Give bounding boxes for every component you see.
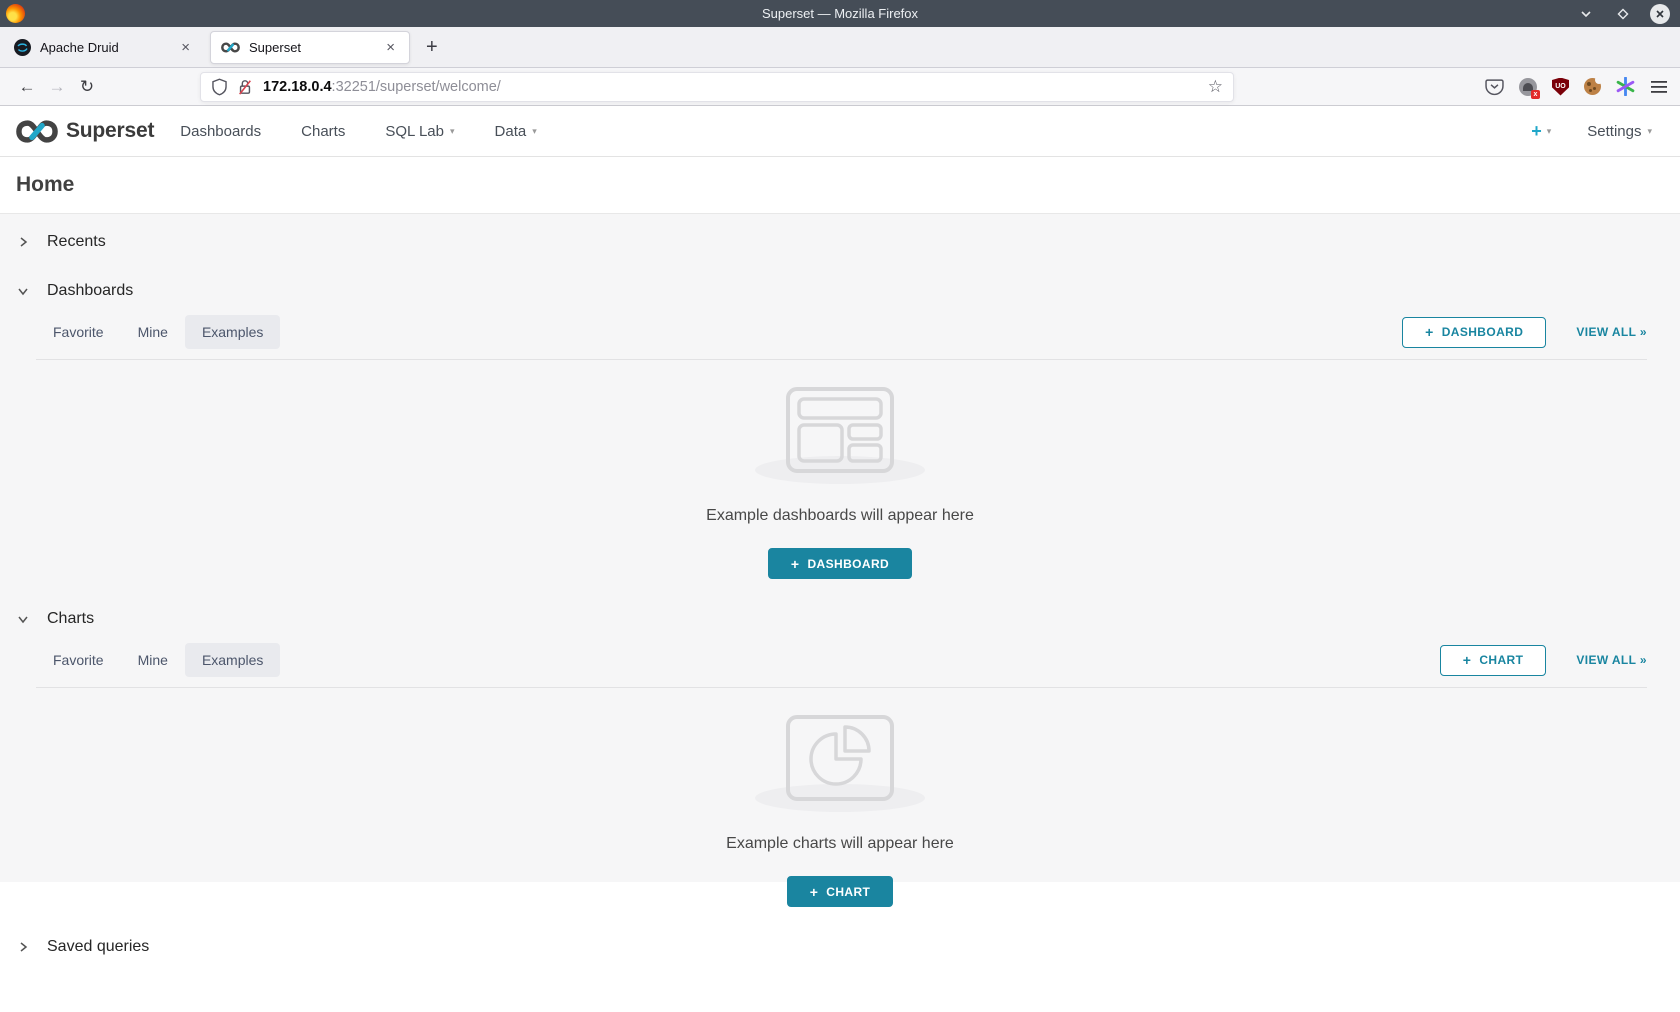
charts-empty-state: Example charts will appear here + CHART [0,688,1680,925]
nav-item-charts[interactable]: Charts [301,123,345,140]
plus-icon: + [791,557,800,571]
plus-icon: + [810,885,819,899]
chevron-right-icon [16,236,30,248]
chevron-right-icon [16,941,30,953]
nav-item-data[interactable]: Data ▾ [495,123,537,140]
extension-disabled-icon[interactable]: x [1519,78,1537,96]
window-title: Superset — Mozilla Firefox [0,6,1680,21]
menu-hamburger-icon[interactable] [1650,79,1668,95]
tab-examples[interactable]: Examples [185,643,280,677]
empty-state-text: Example charts will appear here [726,835,954,853]
charts-tabset: Favorite Mine Examples [36,643,280,677]
url-text: 172.18.0.4:32251/superset/welcome/ [263,79,501,95]
brand-name: Superset [66,119,154,143]
window-maximize-icon[interactable] [1613,4,1633,24]
dashboards-subheader: Favorite Mine Examples + DASHBOARD VIEW … [36,315,1647,349]
superset-navbar: Superset Dashboards Charts SQL Lab ▾ Dat… [0,106,1680,157]
pocket-icon[interactable] [1485,78,1504,96]
chevron-down-icon [16,613,30,625]
empty-chart-icon [785,714,895,802]
new-item-menu[interactable]: + ▾ [1531,122,1551,140]
create-chart-button[interactable]: + CHART [787,876,894,907]
section-saved-queries[interactable]: Saved queries [0,925,1680,969]
browser-tab-superset[interactable]: Superset × [210,31,410,64]
forward-icon: → [42,77,72,97]
browser-toolbar: ← → ↻ 172.18.0.4:32251/superset/welcome/… [0,68,1680,106]
section-charts[interactable]: Charts [0,597,1680,641]
chevron-down-icon [16,285,30,297]
empty-state-text: Example dashboards will appear here [706,507,974,525]
url-bar[interactable]: 172.18.0.4:32251/superset/welcome/ ☆ [200,72,1234,102]
ublock-origin-icon[interactable]: UO [1552,78,1569,96]
settings-menu[interactable]: Settings ▾ [1587,123,1652,140]
section-label: Charts [47,610,94,628]
shield-permissions-icon[interactable] [211,78,228,96]
section-label: Recents [47,233,106,251]
page-content: Recents Dashboards Favorite Mine Example… [0,214,1680,882]
cookie-extension-icon[interactable] [1584,78,1601,95]
back-icon[interactable]: ← [12,77,42,97]
druid-favicon [14,39,31,56]
caret-down-icon: ▾ [532,126,537,137]
caret-down-icon: ▾ [1647,126,1652,137]
page-title: Home [16,173,74,197]
nav-item-sql-lab[interactable]: SQL Lab ▾ [385,123,454,140]
tab-close-icon[interactable]: × [177,38,194,57]
bookmark-star-icon[interactable]: ☆ [1208,77,1223,97]
tab-close-icon[interactable]: × [382,38,399,57]
superset-brand[interactable]: Superset [16,118,154,145]
charts-subheader: Favorite Mine Examples + CHART VIEW ALL … [36,643,1647,677]
tab-examples[interactable]: Examples [185,315,280,349]
empty-dashboard-icon [785,386,895,474]
section-label: Dashboards [47,282,133,300]
superset-logo-icon [16,118,58,145]
nav-item-dashboards[interactable]: Dashboards [180,123,261,140]
view-all-charts-link[interactable]: VIEW ALL » [1576,653,1647,667]
caret-down-icon: ▾ [1547,126,1552,137]
window-close-icon[interactable] [1650,4,1670,24]
tab-mine[interactable]: Mine [121,643,185,677]
page-header: Home [0,157,1680,214]
add-chart-button[interactable]: + CHART [1440,645,1547,676]
dashboards-tabset: Favorite Mine Examples [36,315,280,349]
url-host: 172.18.0.4 [263,79,332,95]
plus-icon: + [1463,653,1472,667]
url-path: :32251/superset/welcome/ [332,79,501,95]
tab-mine[interactable]: Mine [121,315,185,349]
window-minimize-icon[interactable] [1576,4,1596,24]
dashboards-empty-state: Example dashboards will appear here + DA… [0,360,1680,597]
plus-icon: + [1531,122,1542,140]
section-recents[interactable]: Recents [0,216,1680,264]
superset-favicon [221,41,240,54]
reload-icon[interactable]: ↻ [72,77,102,97]
extension-error-badge: x [1531,90,1540,99]
caret-down-icon: ▾ [450,126,455,137]
screen: Superset — Mozilla Firefox Apache Druid … [0,0,1680,1012]
create-dashboard-button[interactable]: + DASHBOARD [768,548,912,579]
tab-title: Superset [249,40,382,55]
tab-favorite[interactable]: Favorite [36,643,121,677]
tab-title: Apache Druid [40,40,177,55]
new-tab-button[interactable]: + [416,37,448,57]
section-dashboards[interactable]: Dashboards [0,264,1680,313]
section-label: Saved queries [47,938,149,956]
view-all-dashboards-link[interactable]: VIEW ALL » [1576,325,1647,339]
plus-icon: + [1425,325,1434,339]
tab-favorite[interactable]: Favorite [36,315,121,349]
insecure-lock-icon[interactable] [237,78,253,96]
asterisk-extension-icon[interactable] [1616,77,1635,96]
add-dashboard-button[interactable]: + DASHBOARD [1402,317,1546,348]
os-titlebar: Superset — Mozilla Firefox [0,0,1680,27]
browser-tab-apache-druid[interactable]: Apache Druid × [4,31,204,64]
browser-tabstrip: Apache Druid × Superset × + [0,27,1680,68]
